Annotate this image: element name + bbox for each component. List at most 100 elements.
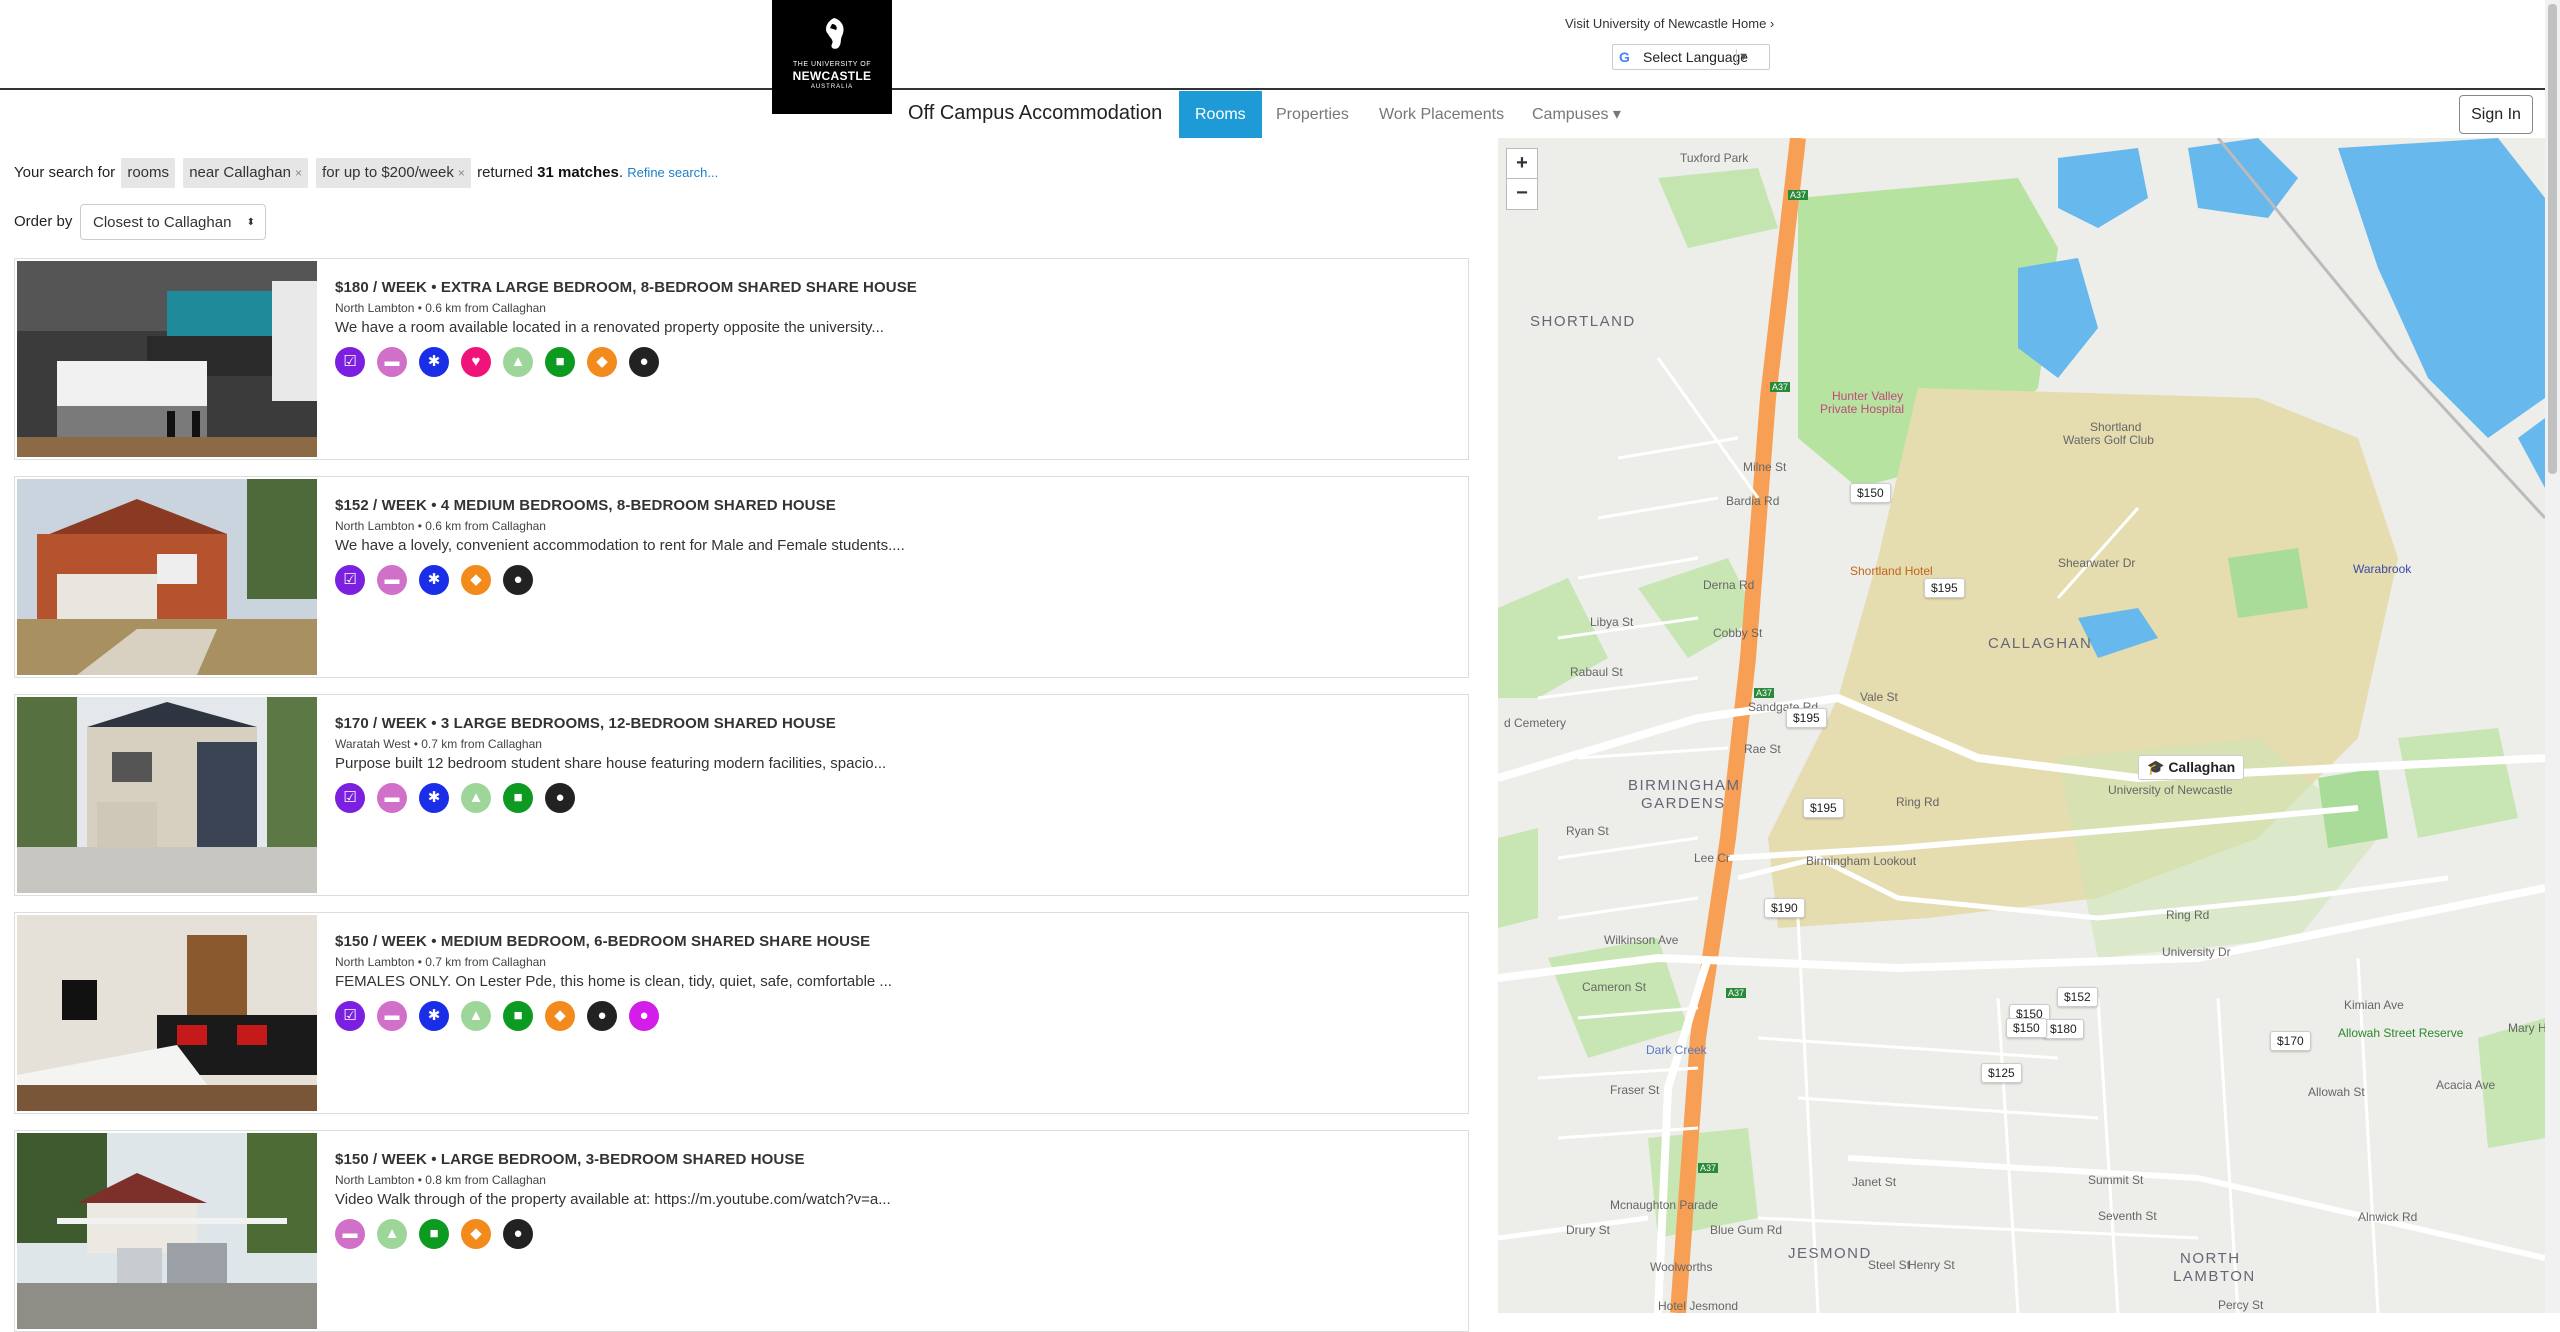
map-price-marker[interactable]: $180 (2043, 1019, 2084, 1039)
checkbox-icon: ☑ (335, 347, 365, 377)
search-prefix: Your search for (14, 164, 116, 181)
bed-icon: ▬ (377, 565, 407, 595)
street-cobby: Cobby St (1713, 626, 1763, 640)
search-chip-price[interactable]: for up to $200/week × (316, 158, 471, 188)
street-university-dr: University Dr (2162, 945, 2231, 959)
map-label-golf-2: Waters Golf Club (2063, 433, 2154, 447)
listing-title[interactable]: $152 / WEEK • 4 MEDIUM BEDROOMS, 8-BEDRO… (335, 497, 836, 514)
map-panel[interactable]: + − SHORTLAND CALLAGHAN BIRMINGHAM GARDE… (1498, 138, 2545, 1313)
listing-card[interactable]: $150 / WEEK • LARGE BEDROOM, 3-BEDROOM S… (14, 1130, 1469, 1332)
nav-campuses-dropdown[interactable]: Campuses ▾ (1516, 91, 1637, 138)
listing-photo-living-room[interactable] (17, 915, 317, 1111)
road-shield-a37: A37 (1726, 988, 1747, 998)
order-by-label: Order by (14, 213, 73, 230)
listing-card[interactable]: $180 / WEEK • EXTRA LARGE BEDROOM, 8-BED… (14, 258, 1469, 460)
bus-icon: ■ (503, 1001, 533, 1031)
listing-card[interactable]: $152 / WEEK • 4 MEDIUM BEDROOMS, 8-BEDRO… (14, 476, 1469, 678)
place-label-north: NORTH (2180, 1250, 2241, 1267)
language-select-divider (1736, 49, 1737, 65)
listing-card[interactable]: $150 / WEEK • MEDIUM BEDROOM, 6-BEDROOM … (14, 912, 1469, 1114)
listing-features: ☑ ▬ ✱ ▲ ■ ◆ ● ● (335, 1001, 671, 1031)
graduation-cap-icon: ▲ (461, 783, 491, 813)
listing-description: We have a room available located in a re… (335, 319, 884, 336)
cart-icon: ◆ (587, 347, 617, 377)
listing-photo-kitchen[interactable] (17, 261, 317, 457)
asterisk-icon: ✱ (419, 1001, 449, 1031)
chip-label: for up to $200/week (322, 164, 454, 181)
road-shield-a37: A37 (1770, 382, 1791, 392)
graduation-cap-icon: ▲ (503, 347, 533, 377)
listing-title[interactable]: $180 / WEEK • EXTRA LARGE BEDROOM, 8-BED… (335, 279, 917, 296)
listing-title[interactable]: $170 / WEEK • 3 LARGE BEDROOMS, 12-BEDRO… (335, 715, 836, 732)
map-price-marker[interactable]: $170 (2270, 1031, 2311, 1051)
map-price-marker[interactable]: $150 (1850, 483, 1891, 503)
visit-university-link[interactable]: Visit University of Newcastle Home › (1565, 16, 1774, 31)
site-title[interactable]: Off Campus Accommodation (908, 102, 1162, 125)
listing-title[interactable]: $150 / WEEK • LARGE BEDROOM, 3-BEDROOM S… (335, 1151, 805, 1168)
nav-properties[interactable]: Properties (1260, 91, 1365, 138)
bed-icon: ▬ (377, 1001, 407, 1031)
place-label-gardens: GARDENS (1641, 795, 1726, 812)
street-seventh: Seventh St (2098, 1209, 2157, 1223)
nav-work-placements[interactable]: Work Placements (1363, 91, 1520, 138)
search-chip-type[interactable]: rooms (121, 158, 176, 188)
map-canvas[interactable] (1498, 138, 2545, 1313)
search-summary: Your search for rooms near Callaghan × fo… (14, 158, 718, 188)
graduation-cap-icon: ▲ (377, 1219, 407, 1249)
search-chip-location[interactable]: near Callaghan × (183, 158, 308, 188)
street-allowah: Allowah St (2308, 1085, 2365, 1099)
order-by-select[interactable]: Closest to Callaghan ⬍ (80, 204, 266, 240)
map-campus-marker[interactable]: 🎓 Callaghan (2138, 755, 2245, 780)
listing-photo-house-carport[interactable] (17, 1133, 317, 1329)
map-price-marker[interactable]: $195 (1803, 798, 1844, 818)
street-kimian: Kimian Ave (2344, 998, 2404, 1012)
map-label-allowah-reserve: Allowah Street Reserve (2338, 1026, 2464, 1040)
sign-in-button[interactable]: Sign In (2459, 95, 2533, 134)
listing-photo-two-storey-house[interactable] (17, 697, 317, 893)
road-shield-a37: A37 (1754, 688, 1775, 698)
street-drury: Drury St (1566, 1223, 1611, 1237)
select-caret-icon: ⬍ (246, 217, 255, 228)
map-price-marker[interactable]: $195 (1786, 708, 1827, 728)
map-price-marker[interactable]: $195 (1924, 578, 1965, 598)
map-price-marker[interactable]: $190 (1764, 898, 1805, 918)
map-price-marker[interactable]: $125 (1981, 1063, 2022, 1083)
street-rabaul: Rabaul St (1570, 665, 1623, 679)
language-select[interactable]: G Select Language ▼ (1612, 44, 1770, 70)
map-label-cemetery: d Cemetery (1504, 716, 1567, 730)
street-summit: Summit St (2088, 1173, 2144, 1187)
map-pin-icon: ● (545, 783, 575, 813)
map-label-warabrook: Warabrook (2353, 562, 2412, 576)
street-shearwater: Shearwater Dr (2058, 556, 2136, 570)
listing-features: ☑ ▬ ✱ ♥ ▲ ■ ◆ ● (335, 347, 671, 377)
road-shield-a37: A37 (1788, 190, 1809, 200)
scrollbar-thumb[interactable] (2548, 4, 2557, 474)
cart-icon: ◆ (461, 565, 491, 595)
zoom-out-button[interactable]: − (1506, 178, 1538, 210)
place-label-lambton: LAMBTON (2173, 1268, 2256, 1285)
street-janet: Janet St (1852, 1175, 1897, 1189)
map-label-hospital: Hunter Valley (1832, 389, 1904, 403)
nav-rooms[interactable]: Rooms (1179, 91, 1262, 138)
refine-search-link[interactable]: Refine search... (627, 165, 718, 180)
listing-card[interactable]: $170 / WEEK • 3 LARGE BEDROOMS, 12-BEDRO… (14, 694, 1469, 896)
page-scrollbar[interactable] (2545, 0, 2560, 1313)
listing-location: North Lambton • 0.7 km from Callaghan (335, 955, 546, 969)
listing-photo-brick-house[interactable] (17, 479, 317, 675)
chip-label: near Callaghan (189, 164, 291, 181)
period: . (618, 164, 624, 181)
bed-icon: ▬ (377, 347, 407, 377)
map-price-marker[interactable]: $150 (2006, 1018, 2047, 1038)
listing-title[interactable]: $150 / WEEK • MEDIUM BEDROOM, 6-BEDROOM … (335, 933, 870, 950)
close-icon[interactable]: × (295, 166, 302, 180)
street-henry: Henry St (1908, 1258, 1955, 1272)
university-logo[interactable]: THE UNIVERSITY OF NEWCASTLE AUSTRALIA (772, 0, 892, 114)
female-only-icon: ● (629, 1001, 659, 1031)
map-price-marker[interactable]: $152 (2057, 987, 2098, 1007)
listing-features: ▬ ▲ ■ ◆ ● (335, 1219, 545, 1249)
close-icon[interactable]: × (458, 166, 465, 180)
listing-features: ☑ ▬ ✱ ▲ ■ ● (335, 783, 587, 813)
order-by-value: Closest to Callaghan (93, 214, 232, 231)
zoom-in-button[interactable]: + (1506, 148, 1538, 180)
street-ring-1: Ring Rd (1896, 795, 1940, 809)
